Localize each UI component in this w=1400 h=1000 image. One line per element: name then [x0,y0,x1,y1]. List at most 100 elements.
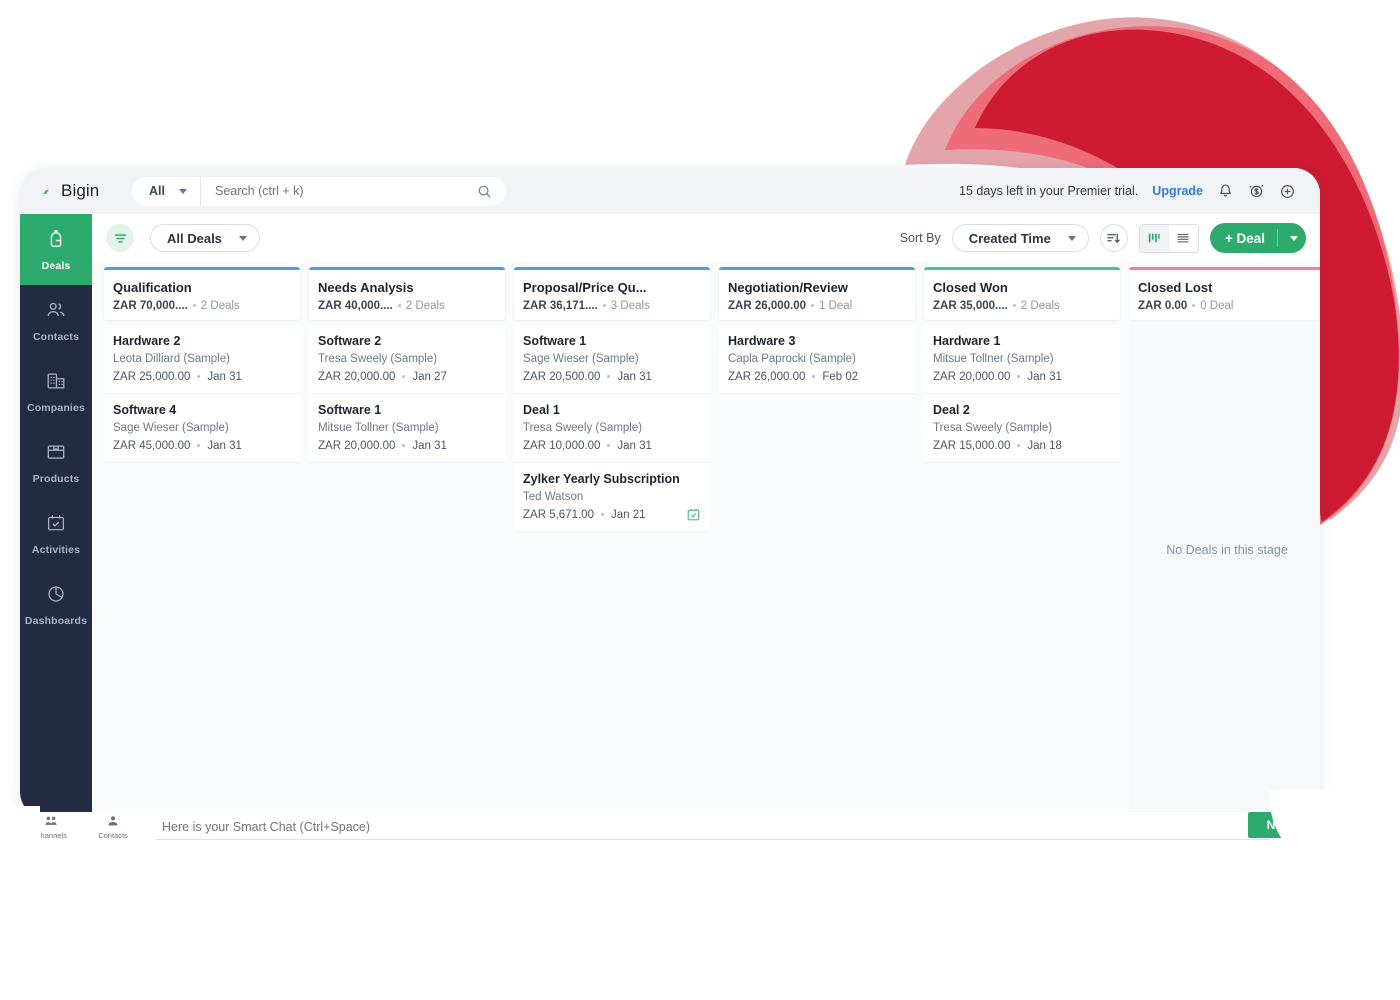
top-bar: Bigin All 15 days left in your Premier t… [20,168,1320,214]
column-title: Qualification [113,280,192,295]
deal-amount: ZAR 20,000.00 [933,370,1011,383]
deal-card[interactable]: Hardware 3 Capla Paprocki (Sample) ZAR 2… [719,324,915,393]
sidebar-item-label: Products [32,472,80,485]
deal-contact: Ted Watson [523,490,584,503]
kanban-view-icon[interactable] [1139,224,1169,252]
smart-chat-input[interactable] [156,814,1270,840]
column-title: Proposal/Price Qu... [523,280,647,295]
sidebar-item-companies[interactable]: Companies [20,356,92,427]
deal-title: Deal 1 [523,402,560,417]
trial-notice: 15 days left in your Premier trial. Upgr… [959,183,1320,200]
chat-tab-contacts[interactable]: Contacts [82,814,144,840]
column-count: 2 Deals [200,299,240,312]
kanban-board[interactable]: Qualification ZAR 70,000.... 2 Deals Har… [92,262,1320,818]
deal-card[interactable]: Software 1 Mitsue Tollner (Sample) ZAR 2… [309,393,505,462]
separator-dot-icon [192,304,196,308]
column-header[interactable]: Qualification ZAR 70,000.... 2 Deals [104,267,300,320]
deal-card[interactable]: Software 2 Tresa Sweely (Sample) ZAR 20,… [309,324,505,393]
column-header[interactable]: Negotiation/Review ZAR 26,000.00 1 Deal [719,267,915,320]
deal-card[interactable]: Deal 2 Tresa Sweely (Sample) ZAR 15,000.… [924,393,1120,462]
coin-dollar-icon[interactable] [1248,183,1265,200]
column-title: Closed Won [933,280,1008,295]
list-view-icon[interactable] [1169,225,1198,252]
column-header[interactable]: Closed Won ZAR 35,000.... 2 Deals [924,267,1120,320]
deal-footer: ZAR 10,000.00 Jan 31 [523,440,700,452]
chevron-down-icon [238,235,247,241]
deal-date: Jan 31 [1027,370,1062,383]
toolbar-right: Sort By Created Time + Deal [900,223,1320,253]
deal-contact: Capla Paprocki (Sample) [728,352,856,365]
search-input[interactable] [200,184,477,198]
deal-date: Jan 31 [412,439,447,452]
deal-card[interactable]: Software 4 Sage Wieser (Sample) ZAR 45,0… [104,393,300,462]
deal-amount: ZAR 20,500.00 [523,370,601,383]
bell-icon[interactable] [1217,183,1234,200]
sidebar-item-deals[interactable]: Deals [20,214,92,285]
column-title: Negotiation/Review [728,280,848,295]
column-count: 2 Deals [405,299,445,312]
deal-title: Hardware 3 [728,333,796,348]
view-selector[interactable]: All Deals [150,224,260,252]
column-cards: Software 2 Tresa Sweely (Sample) ZAR 20,… [309,324,505,818]
calendar-check-icon[interactable] [686,507,701,522]
sidebar-item-products[interactable]: Products [20,427,92,498]
column-amount: ZAR 26,000.00 [728,299,806,312]
search-icon[interactable] [477,184,506,199]
deal-contact: Mitsue Tollner (Sample) [318,421,439,434]
deal-footer: ZAR 5,671.00 Jan 21 [523,509,700,521]
separator-dot-icon [197,444,201,448]
search-scope-label: All [149,184,165,198]
column-cards: Hardware 2 Leota Dilliard (Sample) ZAR 2… [104,324,300,818]
deals-icon [45,228,67,255]
plus-circle-icon[interactable] [1279,183,1296,200]
column-header[interactable]: Closed Lost ZAR 0.00 0 Deal [1129,267,1320,320]
deal-amount: ZAR 15,000.00 [933,439,1011,452]
deal-card[interactable]: Deal 1 Tresa Sweely (Sample) ZAR 10,000.… [514,393,710,462]
separator-dot-icon [607,375,611,379]
deal-card[interactable]: Hardware 2 Leota Dilliard (Sample) ZAR 2… [104,324,300,393]
deal-date: Jan 31 [207,370,242,383]
products-icon [45,441,67,468]
column-meta: ZAR 70,000.... 2 Deals [113,300,300,312]
add-deal-label: + Deal [1224,230,1265,246]
sidebar-item-activities[interactable]: Activities [20,498,92,569]
deal-title: Software 1 [523,333,587,348]
sort-selector[interactable]: Created Time [951,224,1089,252]
search-scope-selector[interactable]: All [132,176,201,206]
deal-date: Jan 18 [1027,439,1062,452]
chevron-down-icon[interactable] [1290,235,1298,241]
column-amount: ZAR 40,000.... [318,299,393,312]
column-cards: Software 1 Sage Wieser (Sample) ZAR 20,5… [514,324,710,818]
deal-card[interactable]: Zylker Yearly Subscription Ted Watson ZA… [514,462,710,531]
column-header[interactable]: Proposal/Price Qu... ZAR 36,171.... 3 De… [514,267,710,320]
deal-amount: ZAR 45,000.00 [113,439,191,452]
column-header[interactable]: Needs Analysis ZAR 40,000.... 2 Deals [309,267,505,320]
view-selector-label: All Deals [167,230,222,246]
deal-card[interactable]: Software 1 Sage Wieser (Sample) ZAR 20,5… [514,324,710,393]
add-deal-button[interactable]: + Deal [1209,223,1306,253]
deal-contact: Tresa Sweely (Sample) [318,352,438,365]
empty-stage-message: No Deals in this stage [1166,542,1288,557]
column-amount: ZAR 70,000.... [113,299,188,312]
deal-footer: ZAR 20,500.00 Jan 31 [523,371,700,383]
content-area: All Deals Sort By Created Time + Deal Qu… [92,214,1320,818]
sidebar-item-label: Contacts [32,330,80,343]
sidebar-item-dashboards[interactable]: Dashboards [20,569,92,640]
chevron-down-icon [1067,235,1076,241]
column-cards: Hardware 1 Mitsue Tollner (Sample) ZAR 2… [924,324,1120,818]
sort-descending-icon[interactable] [1099,224,1128,252]
sidebar-item-contacts[interactable]: Contacts [20,285,92,356]
deal-contact: Tresa Sweely (Sample) [523,421,643,434]
upgrade-link[interactable]: Upgrade [1152,184,1203,198]
screenshot-root: Bigin All 15 days left in your Premier t… [0,0,1400,1000]
deal-contact: Tresa Sweely (Sample) [933,421,1053,434]
contacts-person-icon [106,814,120,830]
sidebar-item-label: Companies [27,401,85,414]
brand-logo[interactable]: Bigin [20,181,116,201]
filter-icon[interactable] [106,224,134,252]
deal-card[interactable]: Hardware 1 Mitsue Tollner (Sample) ZAR 2… [924,324,1120,393]
column-meta: ZAR 26,000.00 1 Deal [728,300,915,312]
column-count: 1 Deal [819,299,853,312]
sort-by-label: Sort By [899,231,941,245]
deal-contact: Sage Wieser (Sample) [523,352,639,365]
